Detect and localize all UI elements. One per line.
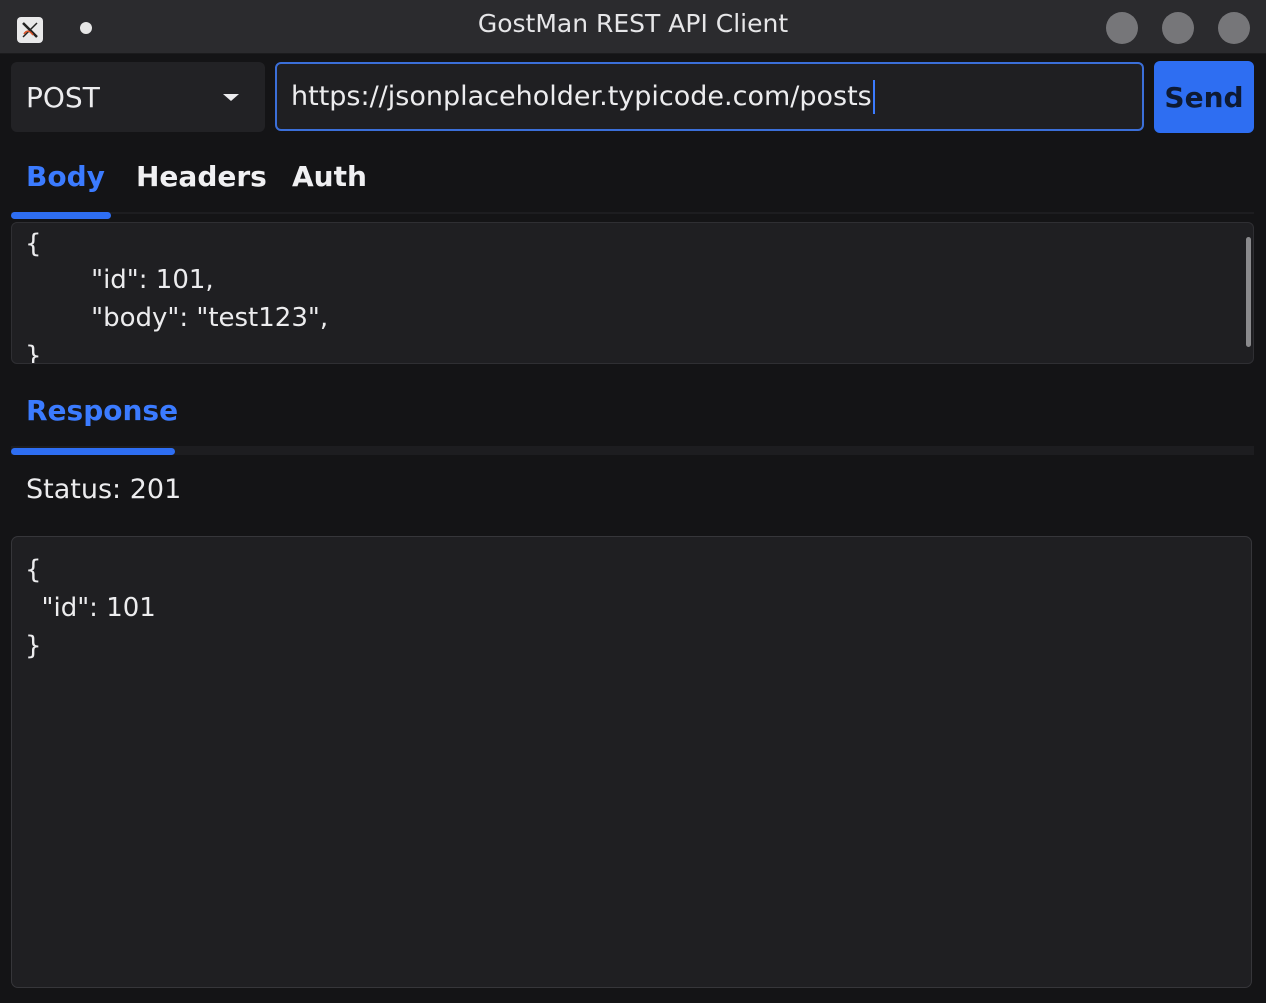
maximize-button[interactable]	[1162, 12, 1194, 44]
body-line: }	[25, 341, 42, 364]
method-value: POST	[26, 80, 100, 114]
body-line: "body": "test123",	[25, 303, 329, 333]
method-select[interactable]: POST	[11, 62, 265, 132]
tab-response[interactable]: Response	[26, 394, 178, 427]
caret-down-icon	[223, 94, 239, 101]
response-divider	[11, 446, 1254, 455]
minimize-button[interactable]	[1106, 12, 1138, 44]
body-editor[interactable]: { "id": 101, "body": "test123", }	[11, 222, 1254, 364]
response-line: "id": 101	[25, 593, 156, 623]
url-value: https://jsonplaceholder.typicode.com/pos…	[291, 81, 872, 112]
body-line: {	[25, 229, 42, 259]
tab-divider	[11, 212, 1254, 214]
active-tab-indicator	[11, 212, 111, 219]
window-title: GostMan REST API Client	[477, 9, 789, 38]
response-line: {	[25, 555, 42, 585]
close-button[interactable]	[1218, 12, 1250, 44]
response-body[interactable]: { "id": 101 }	[11, 536, 1252, 988]
response-tab-indicator	[11, 448, 175, 455]
tab-body[interactable]: Body	[26, 160, 105, 193]
title-bar: GostMan REST API Client	[0, 0, 1266, 54]
tab-headers[interactable]: Headers	[136, 160, 267, 193]
body-line: "id": 101,	[25, 265, 214, 295]
response-line: }	[25, 631, 42, 661]
url-input[interactable]: https://jsonplaceholder.typicode.com/pos…	[275, 62, 1144, 131]
text-cursor	[872, 79, 875, 114]
status-text: Status: 201	[26, 474, 182, 505]
send-button[interactable]: Send	[1154, 61, 1254, 133]
body-scrollbar[interactable]	[1246, 237, 1251, 347]
tab-auth[interactable]: Auth	[292, 160, 367, 193]
